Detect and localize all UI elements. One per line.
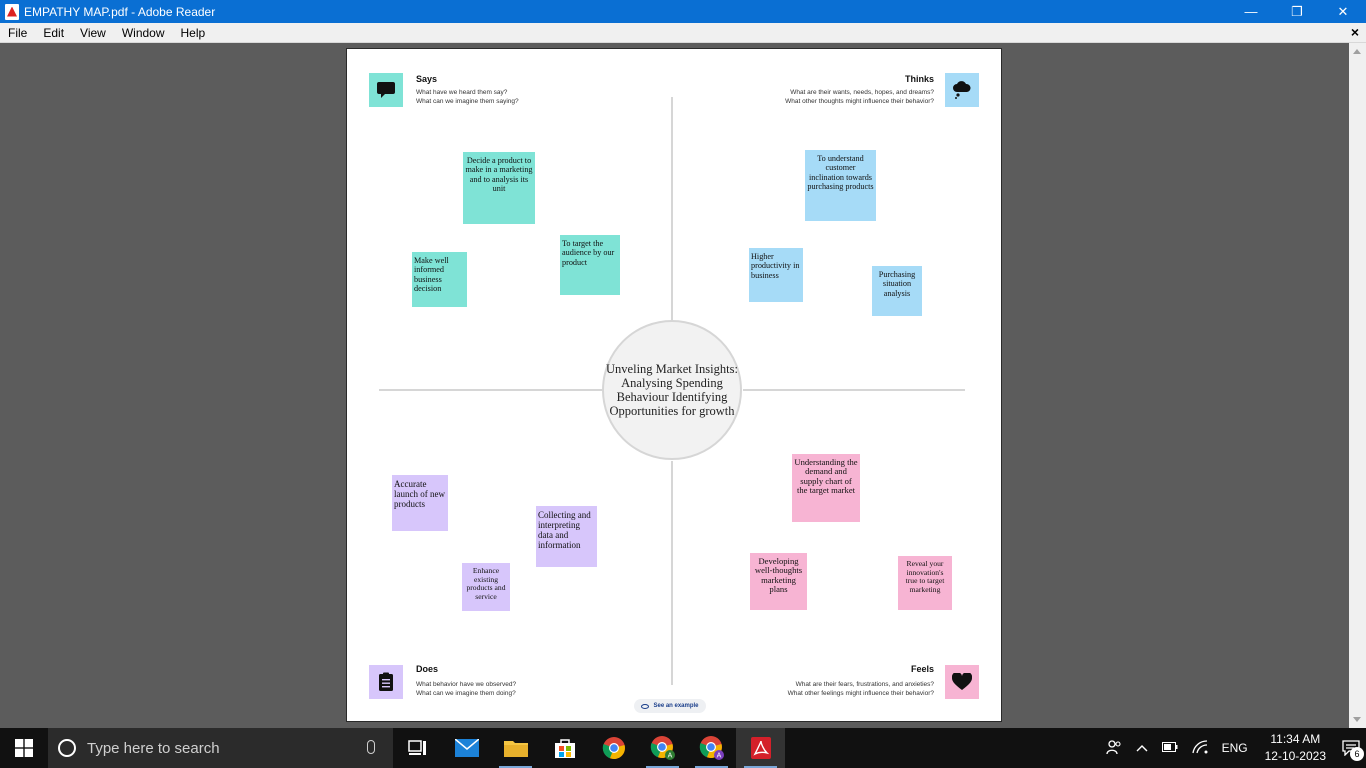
- taskbar: Type here to search A A ENG 11:34 AM 12-…: [0, 728, 1366, 768]
- task-view-icon: [407, 740, 426, 755]
- taskbar-search[interactable]: Type here to search: [48, 728, 393, 768]
- says-subtitle-1: What have we heard them say?: [416, 89, 508, 96]
- see-example-button[interactable]: See an example: [634, 699, 706, 713]
- task-view-button[interactable]: [393, 728, 442, 768]
- microphone-icon[interactable]: [367, 740, 375, 754]
- clipboard-icon: [379, 672, 393, 691]
- notification-badge: 6: [1350, 747, 1364, 761]
- window-controls: — ❐ ✕: [1228, 0, 1366, 23]
- feels-subtitle-1: What are their fears, frustrations, and …: [795, 681, 934, 688]
- sticky-note: Decide a product to make in a marketing …: [463, 152, 535, 224]
- store-app[interactable]: [540, 728, 589, 768]
- sticky-note: To target the audience by our product: [560, 235, 620, 295]
- clock[interactable]: 11:34 AM 12-10-2023: [1255, 731, 1336, 765]
- people-icon[interactable]: [1099, 739, 1129, 758]
- scroll-down-arrow-icon[interactable]: [1353, 717, 1361, 722]
- sticky-note: Accurate launch of new products: [392, 475, 448, 531]
- clock-time: 11:34 AM: [1270, 732, 1321, 746]
- sticky-note: To understand customer inclination towar…: [805, 150, 876, 221]
- window-title: EMPATHY MAP.pdf - Adobe Reader: [24, 4, 216, 19]
- horizontal-divider-left: [379, 389, 603, 391]
- sticky-note: Understanding the demand and supply char…: [792, 454, 860, 522]
- clock-date: 12-10-2023: [1264, 749, 1326, 763]
- horizontal-divider-right: [743, 389, 965, 391]
- svg-text:A: A: [716, 753, 721, 760]
- vertical-divider-bottom: [671, 461, 673, 685]
- does-title: Does: [416, 664, 439, 674]
- says-subtitle-2: What can we imagine them saying?: [416, 98, 519, 105]
- menu-edit[interactable]: Edit: [35, 26, 72, 40]
- battery-icon[interactable]: [1155, 741, 1185, 755]
- close-button[interactable]: ✕: [1320, 0, 1366, 23]
- does-icon-box: [369, 665, 403, 699]
- center-topic-text: Unveling Market Insights: Analysing Spen…: [606, 362, 738, 418]
- vertical-divider-top: [671, 97, 673, 321]
- thinks-icon-box: [945, 73, 979, 107]
- file-explorer-app[interactable]: [491, 728, 540, 768]
- system-tray: ENG 11:34 AM 12-10-2023 6: [1099, 728, 1366, 768]
- wifi-icon[interactable]: [1185, 739, 1215, 757]
- thinks-subtitle-2: What other thoughts might influence thei…: [785, 98, 934, 105]
- eye-icon: [641, 703, 650, 709]
- windows-logo-icon: [15, 739, 33, 757]
- sticky-note: Enhance existing products and service: [462, 563, 510, 611]
- menu-view[interactable]: View: [72, 26, 114, 40]
- does-subtitle-1: What behavior have we observed?: [416, 681, 517, 688]
- minimize-button[interactable]: —: [1228, 0, 1274, 23]
- thought-cloud-icon: [953, 81, 971, 99]
- sticky-note: Reveal your innovation's true to target …: [898, 556, 952, 610]
- scroll-up-arrow-icon[interactable]: [1353, 49, 1361, 54]
- start-button[interactable]: [0, 728, 48, 768]
- language-indicator[interactable]: ENG: [1215, 741, 1255, 755]
- says-title: Says: [416, 74, 438, 84]
- adobe-reader-taskbar-icon: [750, 737, 771, 759]
- thinks-title: Thinks: [904, 74, 934, 84]
- restore-button[interactable]: ❐: [1274, 0, 1320, 23]
- does-subtitle-2: What can we imagine them doing?: [416, 690, 516, 697]
- cortana-icon: [58, 739, 76, 757]
- pdf-page: Unveling Market Insights: Analysing Spen…: [346, 48, 1002, 722]
- document-viewer[interactable]: Unveling Market Insights: Analysing Spen…: [0, 43, 1366, 728]
- sticky-note: Developing well-thoughts marketing plans: [750, 553, 807, 610]
- title-bar: EMPATHY MAP.pdf - Adobe Reader — ❐ ✕: [0, 0, 1366, 23]
- thinks-subtitle-1: What are their wants, needs, hopes, and …: [790, 89, 934, 96]
- menu-bar: File Edit View Window Help ×: [0, 23, 1366, 43]
- close-document-button[interactable]: ×: [1351, 24, 1359, 40]
- chrome-profile-icon: A: [699, 736, 724, 760]
- sticky-note: Make well informed business decision: [412, 252, 467, 307]
- vertical-scrollbar[interactable]: [1349, 43, 1366, 728]
- sticky-note: Purchasing situation analysis: [872, 266, 922, 316]
- svg-text:A: A: [667, 753, 672, 760]
- chrome-profile-b-app[interactable]: A: [687, 728, 736, 768]
- feels-title: Feels: [910, 664, 934, 674]
- sticky-note: Higher productivity in business: [749, 248, 803, 302]
- center-topic: Unveling Market Insights: Analysing Spen…: [602, 320, 742, 460]
- mail-icon: [454, 739, 479, 757]
- chrome-app[interactable]: [589, 728, 638, 768]
- chrome-profile-a-app[interactable]: A: [638, 728, 687, 768]
- feels-subtitle-2: What other feelings might influence thei…: [787, 690, 934, 697]
- action-center-button[interactable]: 6: [1336, 728, 1366, 768]
- heart-icon: [952, 673, 972, 690]
- chevron-up-icon[interactable]: [1129, 741, 1155, 755]
- speech-bubble-icon: [377, 82, 395, 98]
- search-placeholder: Type here to search: [87, 739, 220, 757]
- chrome-profile-icon: A: [650, 736, 675, 760]
- chrome-icon: [602, 737, 625, 760]
- sticky-note: Collecting and interpreting data and inf…: [536, 506, 597, 567]
- mail-app[interactable]: [442, 728, 491, 768]
- store-icon: [554, 739, 575, 758]
- adobe-reader-icon: [5, 3, 19, 20]
- folder-icon: [503, 741, 528, 757]
- adobe-reader-app[interactable]: [736, 728, 785, 768]
- feels-icon-box: [945, 665, 979, 699]
- menu-window[interactable]: Window: [114, 26, 173, 40]
- menu-file[interactable]: File: [0, 26, 35, 40]
- see-example-label: See an example: [653, 703, 699, 709]
- menu-help[interactable]: Help: [173, 26, 214, 40]
- says-icon-box: [369, 73, 403, 107]
